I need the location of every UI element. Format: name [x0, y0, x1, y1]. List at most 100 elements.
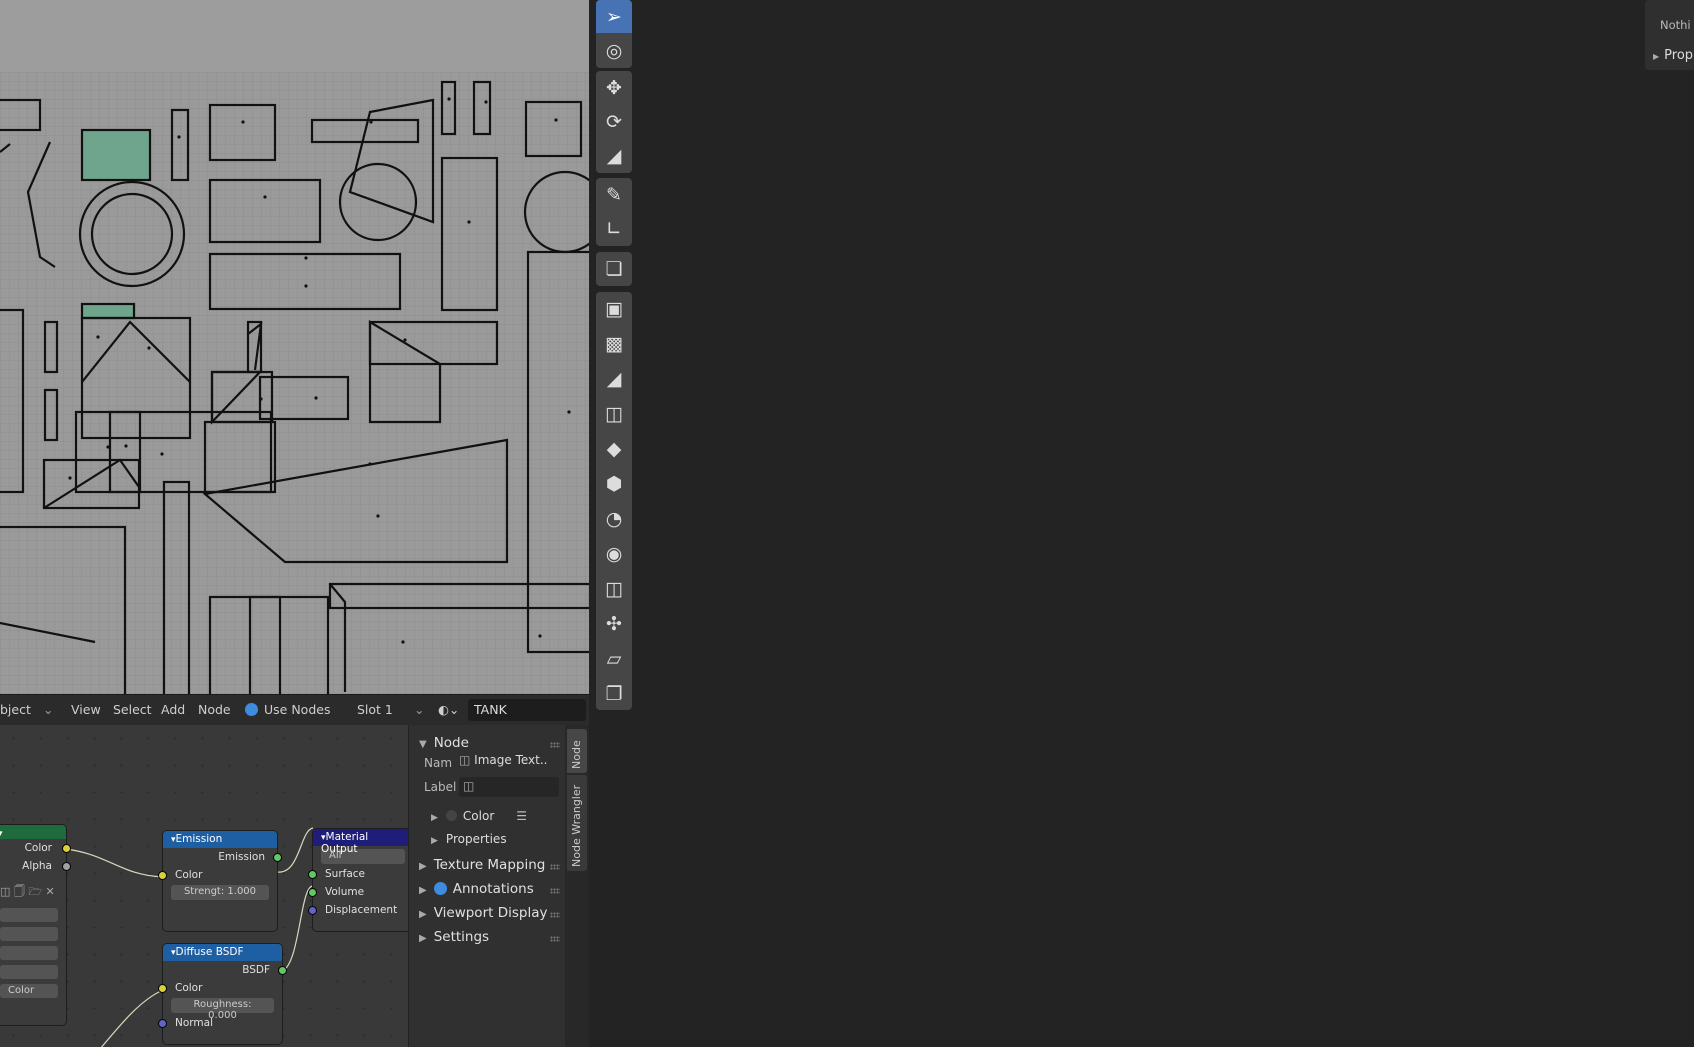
tool-group-add: ❏ [596, 252, 632, 286]
dropdown[interactable] [0, 927, 58, 941]
alpha-output: Alpha [0, 857, 70, 875]
select-box-tool-icon[interactable]: ➢ [596, 0, 632, 33]
image-buttons[interactable]: ◫ 🗍 🗁 ✕ [0, 883, 66, 902]
diffuse-bsdf-node[interactable]: Diffuse BSDF BSDF Color Roughness: 0.000… [159, 944, 286, 1044]
label-field[interactable]: ◫ [459, 777, 559, 797]
texture-mapping-panel[interactable]: ▶ Texture Mapping [409, 855, 566, 877]
grip-icon[interactable] [550, 936, 560, 942]
smooth-tool-icon[interactable]: ◉ [596, 537, 632, 570]
measure-tool-icon[interactable]: ∟ [596, 212, 632, 245]
normal-input: Normal [159, 1014, 282, 1032]
socket[interactable] [63, 863, 70, 870]
object-menu[interactable]: bject [0, 702, 31, 717]
material-name-field[interactable]: TANK [468, 699, 586, 721]
spin-tool-icon[interactable]: ◔ [596, 502, 632, 535]
color-input: Color [159, 866, 277, 884]
loop-cut-tool-icon[interactable]: ◫ [596, 397, 632, 430]
dropdown[interactable] [0, 946, 58, 960]
rip-tool-icon[interactable]: ❐ [596, 677, 632, 710]
slot-dropdown[interactable]: Slot 1 [357, 702, 393, 717]
grip-icon[interactable] [550, 864, 560, 870]
socket[interactable] [309, 871, 316, 878]
name-value: Image Text.. [474, 753, 548, 767]
input-label: Surface [325, 868, 366, 880]
poly-build-tool-icon[interactable]: ⬢ [596, 467, 632, 500]
uv-editor[interactable] [0, 0, 589, 694]
view-menu[interactable]: View [71, 702, 101, 717]
color-subpanel[interactable]: ▶ Color ☰ [431, 809, 527, 823]
roughness-field[interactable]: Roughness: 0.000 [171, 998, 274, 1021]
node-editor-header: bject ⌄ View Select Add Node Use Nodes S… [0, 694, 589, 725]
add-menu[interactable]: Add [161, 702, 185, 717]
node-menu[interactable]: Node [198, 702, 231, 717]
socket[interactable] [309, 907, 316, 914]
uv-map-canvas[interactable] [0, 72, 589, 694]
node-icon: ◫ [459, 753, 471, 767]
socket[interactable] [279, 967, 286, 974]
node-panel-header[interactable]: ▼ Node [409, 733, 566, 755]
volume-input: Volume [309, 883, 408, 901]
axis-y-label: Y [1487, 13, 1493, 22]
grip-icon[interactable] [550, 742, 560, 748]
viewport-display-panel[interactable]: ▶ Viewport Display [409, 903, 566, 925]
tool-group-select: ➢ ◎ [596, 0, 632, 68]
socket[interactable] [274, 854, 281, 861]
image-texture-node[interactable]: Color Alpha ◫ 🗍 🗁 ✕ Color [0, 825, 70, 1025]
chevron-right-icon: ▶ [1653, 52, 1660, 61]
properties-subpanel[interactable]: ▶ Properties [431, 832, 507, 846]
chevron-down-icon[interactable]: ⌄ [414, 702, 424, 717]
tab-node[interactable]: Node [567, 729, 587, 773]
list-icon[interactable]: ☰ [516, 809, 527, 823]
settings-panel[interactable]: ▶ Settings [409, 927, 566, 949]
input-label: Displacement [325, 904, 398, 916]
socket[interactable] [63, 845, 70, 852]
material-output-node[interactable]: Material Output All Surface Volume Displ… [309, 829, 408, 931]
add-cube-tool-icon[interactable]: ❏ [596, 252, 632, 285]
grip-icon[interactable] [550, 912, 560, 918]
name-label: Nam [424, 756, 453, 770]
node-header: Material Output [313, 829, 408, 855]
select-menu[interactable]: Select [113, 702, 152, 717]
rotate-tool-icon[interactable]: ⟳ [596, 105, 632, 138]
use-nodes-toggle[interactable]: Use Nodes [245, 702, 330, 717]
grip-icon[interactable] [550, 888, 560, 894]
emission-node[interactable]: Emission Emission Color Strengt: 1.000 [159, 831, 281, 931]
tab-node-wrangler[interactable]: Node Wrangler [567, 775, 587, 871]
extrude-tool-icon[interactable]: ▣ [596, 292, 632, 325]
knife-tool-icon[interactable]: ◆ [596, 432, 632, 465]
socket[interactable] [159, 1020, 166, 1027]
properties-panel-header[interactable]: ▶ Prop [1653, 48, 1693, 63]
viewport-toolbar: ➢ ◎ ✥ ⟳ ◢ ✎ ∟ ❏ ▣ ▩ ◢ ◫ ◆ ⬢ ◔ ◉ ◫ ✣ ▱ ❐ [589, 0, 637, 710]
annotations-panel[interactable]: ▶ Annotations [409, 879, 566, 901]
scale-tool-icon[interactable]: ◢ [596, 139, 632, 172]
cursor-tool-icon[interactable]: ◎ [596, 34, 632, 67]
strength-field[interactable]: Strengt: 1.000 [171, 885, 269, 900]
subpanel-title: Properties [445, 832, 507, 846]
annotate-tool-icon[interactable]: ✎ [596, 178, 632, 211]
socket[interactable] [309, 889, 316, 896]
material-sphere-icon[interactable]: ◐⌄ [438, 702, 459, 717]
move-tool-icon[interactable]: ✥ [596, 71, 632, 104]
viewport-scene[interactable]: Z X Y [589, 0, 1694, 1047]
name-field[interactable]: ◫ Image Text.. [459, 753, 559, 773]
panel-title: Node [433, 735, 469, 751]
chevron-down-icon[interactable]: ⌄ [43, 702, 53, 717]
tool-group-mesh: ▣ ▩ ◢ ◫ ◆ ⬢ ◔ ◉ ◫ ✣ ▱ ❐ [596, 292, 632, 710]
dropdown[interactable] [0, 965, 58, 979]
bevel-tool-icon[interactable]: ◢ [596, 362, 632, 395]
interpolation-dropdown[interactable]: Color [0, 984, 58, 998]
chevron-right-icon: ▶ [419, 933, 427, 944]
bsdf-output: BSDF [163, 961, 286, 979]
shear-tool-icon[interactable]: ▱ [596, 642, 632, 675]
dropdown[interactable] [0, 908, 58, 922]
node-editor-canvas[interactable]: Color Alpha ◫ 🗍 🗁 ✕ Color Emission Emiss… [0, 725, 408, 1047]
inset-tool-icon[interactable]: ▩ [596, 327, 632, 360]
axis-x-label: X [1496, 25, 1502, 34]
socket[interactable] [159, 872, 166, 879]
shrink-fatten-tool-icon[interactable]: ✣ [596, 607, 632, 640]
target-dropdown[interactable]: All [321, 849, 405, 864]
edge-slide-tool-icon[interactable]: ◫ [596, 572, 632, 605]
socket[interactable] [159, 985, 166, 992]
3d-viewport[interactable]: Z X Y [589, 0, 1694, 1047]
checkbox-icon[interactable] [433, 882, 447, 895]
